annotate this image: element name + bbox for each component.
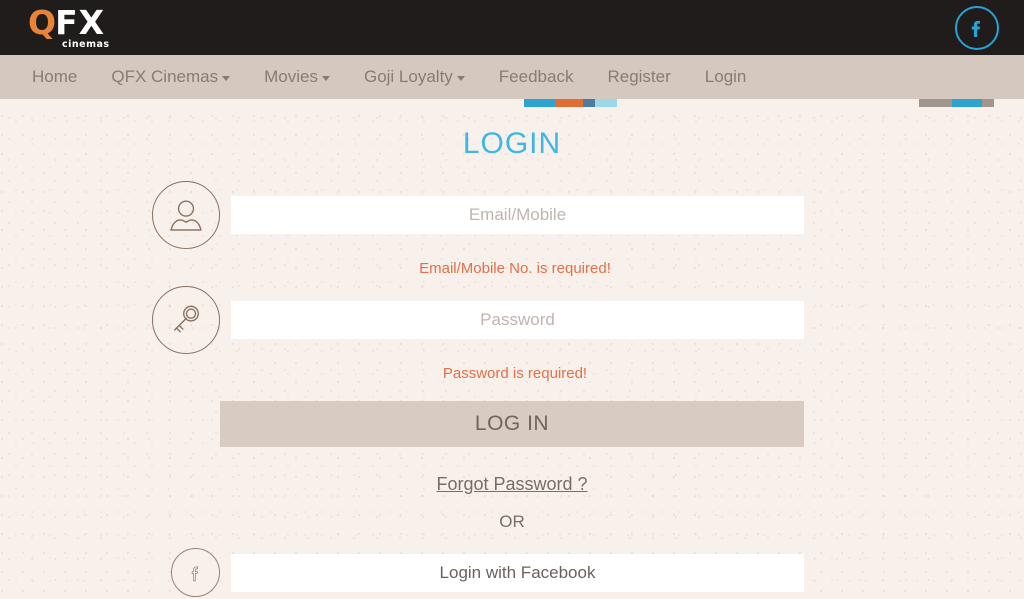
logo-letter-q: Q: [28, 2, 56, 42]
qfx-logo[interactable]: Q FX cinemas: [28, 6, 110, 50]
clipped-widget-center: [524, 99, 617, 107]
nav-item-label: Login: [704, 67, 747, 86]
nav-item-label: Goji Loyalty: [363, 67, 453, 86]
page-title: LOGIN: [462, 127, 562, 160]
facebook-icon: [171, 548, 220, 597]
logo-wordmark: Q FX: [28, 6, 105, 39]
clipped-widget-right: [919, 99, 994, 107]
key-icon: [152, 286, 220, 354]
login-form: Email/Mobile No. is required! Password i…: [152, 181, 804, 597]
nav-item-register[interactable]: Register: [590, 55, 687, 99]
main-navigation: Home QFX Cinemas Movies Goji Loyalty Fee…: [0, 55, 1024, 99]
nav-item-label: Movies: [264, 67, 318, 86]
chevron-down-icon: [321, 76, 330, 81]
forgot-password-link[interactable]: Forgot Password ?: [436, 474, 587, 494]
nav-item-label: QFX Cinemas: [111, 67, 219, 86]
clipped-widget-strip: [0, 99, 1024, 110]
chevron-down-icon: [222, 76, 231, 81]
facebook-login-button[interactable]: Login with Facebook: [171, 548, 804, 597]
login-button[interactable]: LOG IN: [220, 401, 804, 447]
nav-item-movies[interactable]: Movies: [247, 55, 347, 99]
password-error-message: Password is required!: [442, 365, 588, 382]
email-input[interactable]: [231, 196, 804, 234]
user-icon: [152, 181, 220, 249]
nav-item-label: Register: [607, 67, 671, 86]
password-field-row: [152, 286, 804, 354]
logo-letters-fx: FX: [55, 2, 106, 42]
nav-item-label: Home: [32, 67, 78, 86]
forgot-password-row: Forgot Password ?: [220, 474, 804, 495]
nav-item-label: Feedback: [498, 67, 574, 86]
nav-item-home[interactable]: Home: [30, 55, 94, 99]
chevron-down-icon: [456, 76, 465, 81]
top-header-bar: Q FX cinemas: [0, 0, 1024, 55]
nav-item-goji-loyalty[interactable]: Goji Loyalty: [347, 55, 482, 99]
login-page-content: LOGIN Email/Mobile No. is required!: [0, 110, 1024, 597]
nav-item-qfx-cinemas[interactable]: QFX Cinemas: [94, 55, 247, 99]
email-error-message: Email/Mobile No. is required!: [419, 260, 611, 277]
email-field-row: [152, 181, 804, 249]
or-divider: OR: [499, 512, 525, 531]
facebook-login-label: Login with Facebook: [231, 553, 804, 592]
nav-item-feedback[interactable]: Feedback: [482, 55, 591, 99]
logo-subtitle: cinemas: [62, 38, 110, 50]
password-input[interactable]: [231, 301, 804, 339]
nav-item-login[interactable]: Login: [688, 55, 764, 99]
facebook-icon[interactable]: [955, 5, 999, 50]
